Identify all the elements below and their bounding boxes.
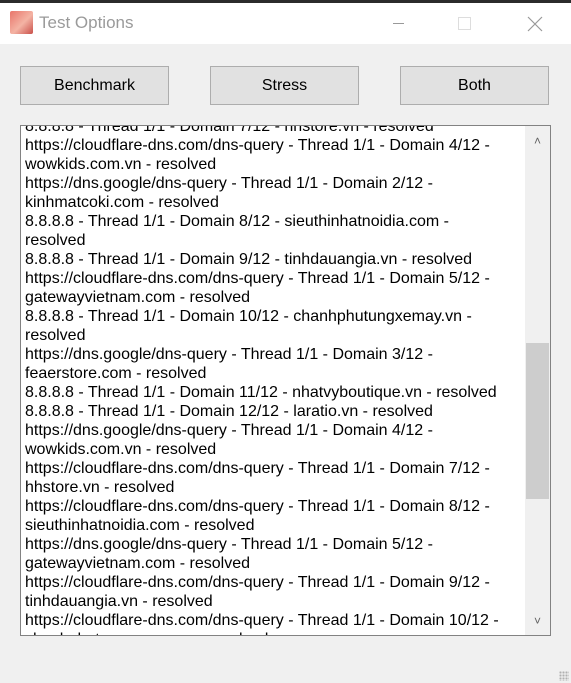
minimize-button[interactable] <box>375 3 421 44</box>
log-line: gatewayvietnam.com - resolved <box>25 555 250 572</box>
scrollbar-thumb[interactable] <box>526 343 549 499</box>
log-line: kinhmatcoki.com - resolved <box>25 194 219 211</box>
log-listbox[interactable]: 8.8.8.8 - Thread 1/1 - Domain 7/12 - hhs… <box>20 125 551 636</box>
log-line: 8.8.8.8 - Thread 1/1 - Domain 11/12 - nh… <box>25 384 497 401</box>
scroll-down-button[interactable]: ˅ <box>525 608 550 633</box>
log-line: https://dns.google/dns-query - Thread 1/… <box>25 175 433 192</box>
close-icon <box>527 16 543 31</box>
close-button[interactable] <box>512 3 558 44</box>
log-line: 8.8.8.8 - Thread 1/1 - Domain 12/12 - la… <box>25 403 433 420</box>
log-line: sieuthinhatnoidia.com - resolved <box>25 517 255 534</box>
log-line: feaerstore.com - resolved <box>25 365 207 382</box>
both-button[interactable]: Both <box>400 66 549 105</box>
stress-button[interactable]: Stress <box>210 66 359 105</box>
chevron-down-icon: ˅ <box>533 613 541 628</box>
log-line: https://cloudflare-dns.com/dns-query - T… <box>25 460 490 477</box>
log-line: hhstore.vn - resolved <box>25 479 175 496</box>
log-line: wowkids.com.vn - resolved <box>25 156 217 173</box>
log-line: gatewayvietnam.com - resolved <box>25 289 250 306</box>
log-line: wowkids.com.vn - resolved <box>25 441 217 458</box>
scroll-up-button[interactable]: ˄ <box>525 128 550 153</box>
log-line: https://cloudflare-dns.com/dns-query - T… <box>25 270 490 287</box>
log-line: 8.8.8.8 - Thread 1/1 - Domain 10/12 - ch… <box>25 308 472 325</box>
chevron-up-icon: ˄ <box>533 133 541 148</box>
app-icon <box>10 11 33 34</box>
log-lines: 8.8.8.8 - Thread 1/1 - Domain 7/12 - hhs… <box>25 125 521 635</box>
log-line: https://cloudflare-dns.com/dns-query - T… <box>25 498 490 515</box>
title-bar: Test Options <box>0 3 571 44</box>
log-line: https://dns.google/dns-query - Thread 1/… <box>25 422 433 439</box>
log-line: tinhdauangia.vn - resolved <box>25 593 213 610</box>
log-line: resolved <box>25 327 86 344</box>
window-title: Test Options <box>39 13 134 32</box>
log-line: 8.8.8.8 - Thread 1/1 - Domain 8/12 - sie… <box>25 213 449 230</box>
resize-grip[interactable] <box>559 671 569 681</box>
log-line: https://cloudflare-dns.com/dns-query - T… <box>25 574 490 591</box>
log-line: https://dns.google/dns-query - Thread 1/… <box>25 536 433 553</box>
maximize-icon <box>457 17 471 30</box>
log-line: chanhphutungxemay.vn - resolved <box>25 630 521 635</box>
benchmark-button[interactable]: Benchmark <box>20 66 169 105</box>
maximize-button[interactable] <box>441 3 487 44</box>
log-line: https://cloudflare-dns.com/dns-query - T… <box>25 137 490 154</box>
log-line: https://dns.google/dns-query - Thread 1/… <box>25 346 433 363</box>
log-line: resolved <box>25 232 86 249</box>
vertical-scrollbar[interactable]: ˄ ˅ <box>525 126 550 635</box>
log-line: 8.8.8.8 - Thread 1/1 - Domain 9/12 - tin… <box>25 251 473 268</box>
minimize-icon <box>392 23 404 24</box>
log-line: 8.8.8.8 - Thread 1/1 - Domain 7/12 - hhs… <box>25 125 434 135</box>
log-line: https://cloudflare-dns.com/dns-query - T… <box>25 612 499 629</box>
